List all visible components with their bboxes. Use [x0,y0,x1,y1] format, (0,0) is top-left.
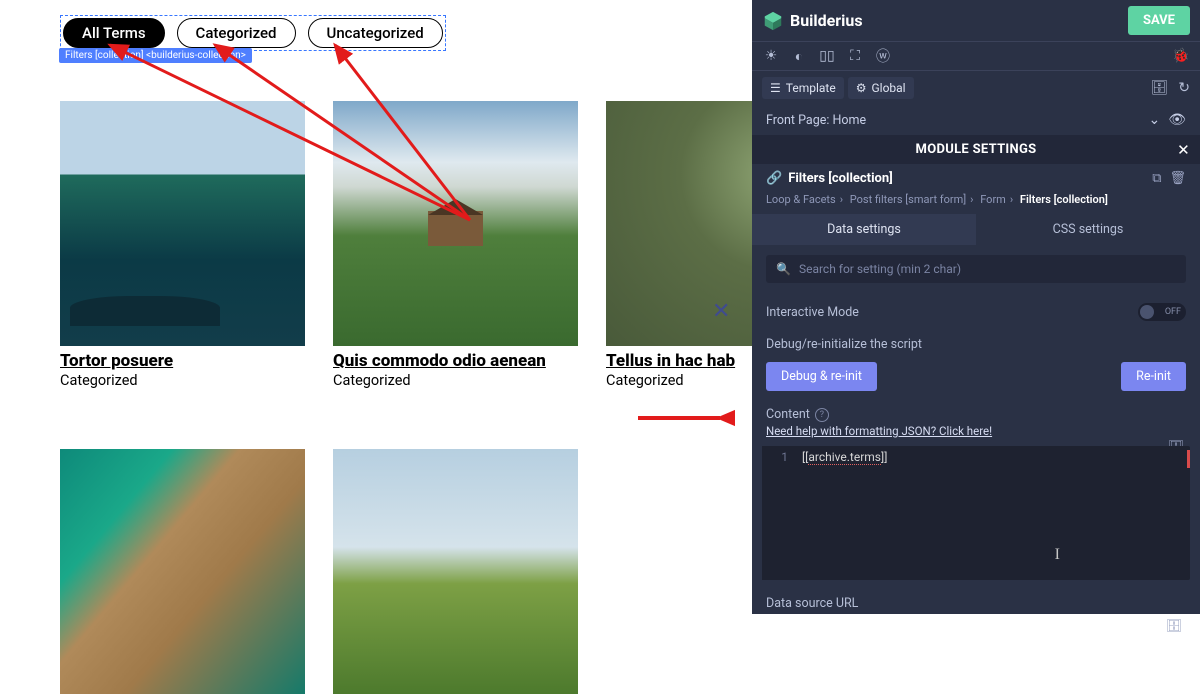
post-title[interactable]: Quis commodo odio aenean [333,351,578,371]
post-card[interactable]: Tortor posuere Categorized [60,101,305,389]
close-icon[interactable]: ✕ [712,299,730,324]
database-icon[interactable]: 🗄 [1165,619,1182,634]
layout-icon[interactable]: ▯▯ [818,47,836,65]
sun-icon[interactable]: ☀ [762,47,780,65]
post-title[interactable]: Tortor posuere [60,351,305,371]
expand-icon[interactable]: ⛶ [846,47,864,65]
post-category: Categorized [60,372,305,389]
filter-pill-categorized[interactable]: Categorized [177,18,296,48]
wordpress-icon[interactable]: ⓦ [874,47,892,65]
copy-icon[interactable]: ⧉ [1152,171,1161,186]
tab-template[interactable]: ☰Template [762,77,844,99]
settings-search[interactable]: 🔍 Search for setting (min 2 char) [766,255,1186,283]
filters-collection[interactable]: All Terms Categorized Uncategorized Filt… [60,15,446,51]
link-icon: 🔗 [766,171,782,186]
debug-reinit-button[interactable]: Debug & re-init [766,362,877,391]
post-card[interactable] [333,449,578,694]
eye-icon[interactable]: 👁 [1168,112,1186,128]
save-button[interactable]: SAVE [1128,6,1190,35]
list-icon: ☰ [770,81,781,95]
interactive-mode-toggle[interactable]: OFF [1138,303,1186,321]
post-thumbnail[interactable] [333,101,578,346]
error-indicator [1187,450,1190,468]
help-link[interactable]: Need help with formatting JSON? Click he… [752,424,1200,442]
chevron-down-icon[interactable]: ⌄ [1148,112,1160,128]
database-icon[interactable]: 🗄 [1150,80,1168,96]
gear-icon: ⚙ [856,81,867,95]
app-logo: Builderius [762,10,863,32]
filter-pill-all-terms[interactable]: All Terms [63,18,165,48]
breadcrumb: Loop & Facets› Post filters [smart form]… [752,193,1200,214]
tab-css-settings[interactable]: CSS settings [976,214,1200,245]
content-label: Content [766,407,810,422]
post-card[interactable] [60,449,305,694]
post-thumbnail[interactable] [333,449,578,694]
help-icon[interactable]: ? [815,408,829,422]
data-source-label: Data source URL [752,590,1200,614]
tab-data-settings[interactable]: Data settings [752,214,976,245]
search-icon: 🔍 [776,262,791,276]
close-icon[interactable]: ✕ [1177,141,1190,159]
post-thumbnail[interactable] [60,449,305,694]
context-label: Front Page: Home [766,113,866,128]
trash-icon[interactable]: 🗑 [1169,171,1186,186]
history-icon[interactable]: ↻ [1178,80,1190,96]
text-cursor-icon: I [1055,546,1060,564]
reinit-button[interactable]: Re-init [1121,362,1186,391]
tab-global[interactable]: ⚙Global [848,77,914,99]
module-name: Filters [collection] [788,171,893,186]
post-category: Categorized [333,372,578,389]
contrast-icon[interactable]: ◐ [790,47,808,65]
bug-icon[interactable]: 🐞 [1172,47,1190,65]
settings-sidebar: Builderius SAVE ☀ ◐ ▯▯ ⛶ ⓦ 🐞 ☰Template ⚙… [752,0,1200,614]
posts-grid: Tortor posuere Categorized Quis commodo … [60,101,675,694]
debug-label: Debug/re-initialize the script [766,337,922,352]
interactive-mode-label: Interactive Mode [766,305,859,320]
post-card[interactable]: Quis commodo odio aenean Categorized [333,101,578,389]
module-settings-header: MODULE SETTINGS ✕ [752,135,1200,164]
module-badge: Filters [collection] <builderius-collect… [59,48,252,63]
post-thumbnail[interactable] [60,101,305,346]
filter-pill-uncategorized[interactable]: Uncategorized [308,18,443,48]
code-editor[interactable]: 1 [[archive.terms]] I [762,446,1190,580]
